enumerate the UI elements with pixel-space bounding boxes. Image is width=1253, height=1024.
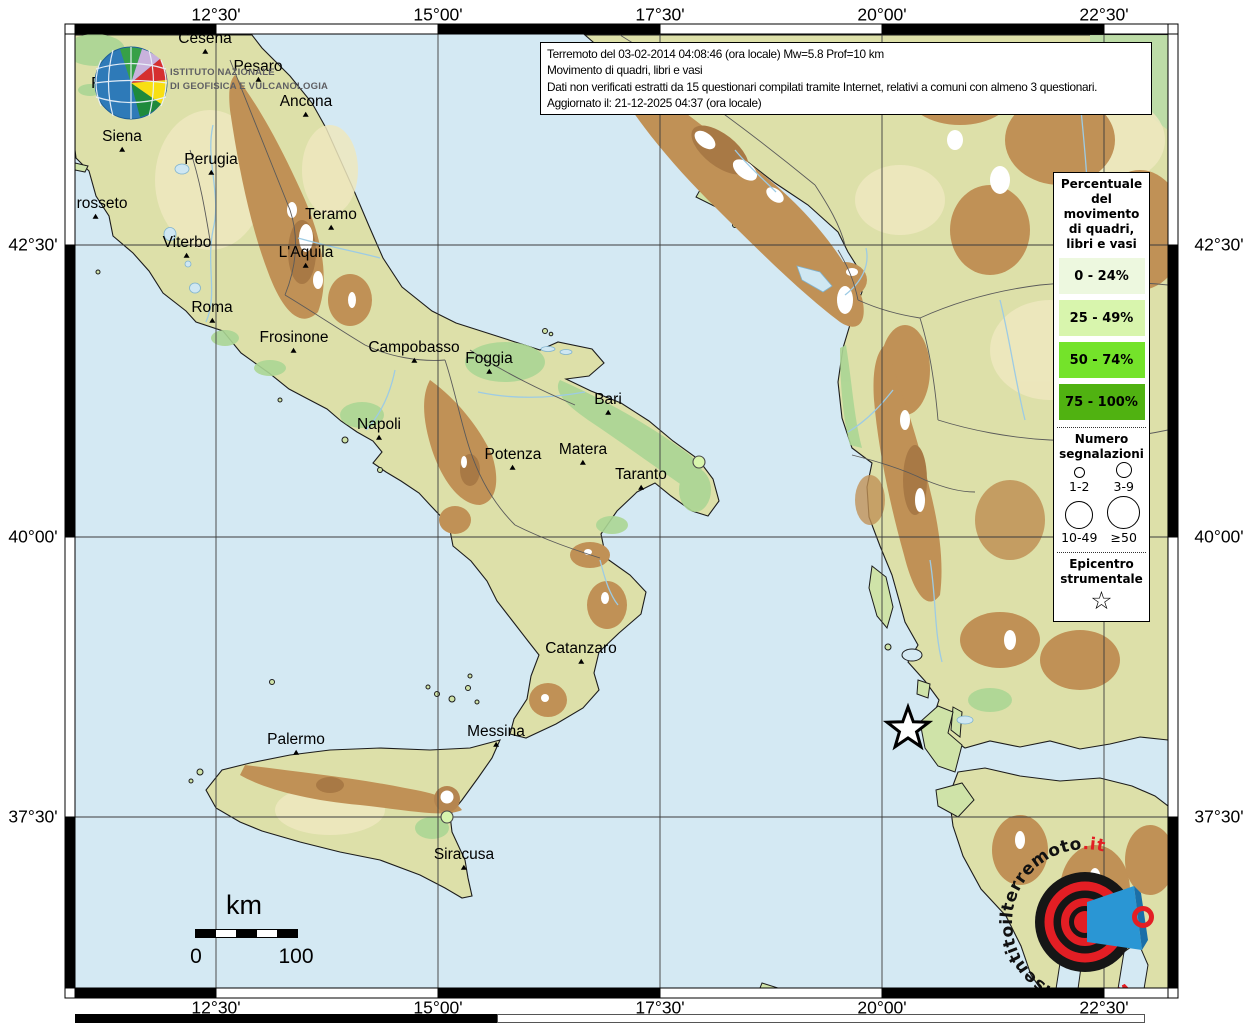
- scale-start-label: 0: [190, 945, 202, 969]
- map-area: www.haisentitoilterremoto.it: [65, 34, 1185, 1011]
- axis-tick-label: 22°30': [1079, 5, 1128, 26]
- axis-tick-label: 42°30': [8, 235, 57, 256]
- event-disclaimer-line: Dati non verificati estratti da 15 quest…: [547, 79, 1145, 95]
- scale-unit-label: km: [226, 890, 262, 921]
- ingv-org-line1: ISTITUTO NAZIONALE: [170, 66, 328, 80]
- scale-end-label: 100: [278, 945, 313, 969]
- report-count-circle-icon: [1116, 462, 1132, 478]
- legend-percent-label: 0 - 24%: [1074, 269, 1129, 284]
- legend-percent-classes: 0 - 24% 25 - 49% 50 - 74% 75 - 100%: [1057, 258, 1146, 420]
- legend-report-size: 3-9: [1102, 462, 1147, 494]
- felt-report-marker: [441, 811, 453, 823]
- event-updated-line: Aggiornato il: 21-12-2025 04:37 (ora loc…: [547, 95, 1145, 111]
- bottom-outline-bar: [497, 1014, 1145, 1023]
- legend-percent-swatch: 25 - 49%: [1059, 300, 1145, 336]
- event-effect-line: Movimento di quadri, libri e vasi: [547, 62, 1145, 78]
- bottom-black-bar: [75, 1014, 497, 1023]
- report-count-circle-icon: [1074, 467, 1085, 478]
- report-count-circle-icon: [1107, 496, 1140, 529]
- legend-epicenter-title: Epicentro strumentale: [1057, 557, 1146, 587]
- report-count-circle-icon: [1065, 501, 1093, 529]
- axis-tick-label: 37°30': [8, 807, 57, 828]
- event-info-box: Terremoto del 03-02-2014 04:08:46 (ora l…: [540, 42, 1152, 115]
- report-count-label: 10-49: [1061, 530, 1097, 545]
- scale-strip: [195, 929, 298, 938]
- legend-report-sizes: 1-2 3-9 10-49 ≥50: [1057, 462, 1146, 545]
- map-page: www.haisentitoilterremoto.it: [0, 0, 1253, 1024]
- legend-percent-label: 75 - 100%: [1065, 395, 1138, 410]
- report-count-label: ≥50: [1111, 530, 1137, 545]
- ingv-org-name: ISTITUTO NAZIONALE DI GEOFISICA E VULCAN…: [170, 66, 328, 94]
- legend-percent-label: 25 - 49%: [1070, 311, 1134, 326]
- legend-percent-swatch: 0 - 24%: [1059, 258, 1145, 294]
- axis-tick-label: 20°00': [857, 5, 906, 26]
- report-count-label: 3-9: [1114, 479, 1134, 494]
- ingv-globe-icon: [95, 47, 167, 119]
- legend-percent-swatch: 75 - 100%: [1059, 384, 1145, 420]
- epicenter-star-glyph: ☆: [1057, 587, 1146, 615]
- axis-tick-label: 40°00': [1194, 527, 1243, 548]
- ambracian-gulf: [902, 649, 922, 661]
- ingv-org-line2: DI GEOFISICA E VULCANOLOGIA: [170, 80, 328, 94]
- axis-tick-label: 37°30': [1194, 807, 1243, 828]
- legend-report-size: 10-49: [1057, 496, 1102, 545]
- axis-tick-label: 42°30': [1194, 235, 1243, 256]
- legend-separator: [1057, 427, 1146, 428]
- legend-report-size: 1-2: [1057, 462, 1102, 494]
- felt-report-marker: [693, 456, 705, 468]
- legend-percent-label: 50 - 74%: [1070, 353, 1134, 368]
- legend-percent-title: Percentuale del movimento di quadri, lib…: [1057, 177, 1146, 252]
- legend-panel: Percentuale del movimento di quadri, lib…: [1053, 172, 1150, 622]
- axis-tick-label: 15°00': [413, 5, 462, 26]
- axis-tick-label: 17°30': [635, 5, 684, 26]
- legend-reports-title: Numero segnalazioni: [1057, 432, 1146, 462]
- legend-separator: [1057, 552, 1146, 553]
- report-count-label: 1-2: [1069, 479, 1089, 494]
- legend-percent-swatch: 50 - 74%: [1059, 342, 1145, 378]
- axis-tick-label: 40°00': [8, 527, 57, 548]
- event-summary-line: Terremoto del 03-02-2014 04:08:46 (ora l…: [547, 46, 1145, 62]
- legend-report-size: ≥50: [1102, 496, 1147, 545]
